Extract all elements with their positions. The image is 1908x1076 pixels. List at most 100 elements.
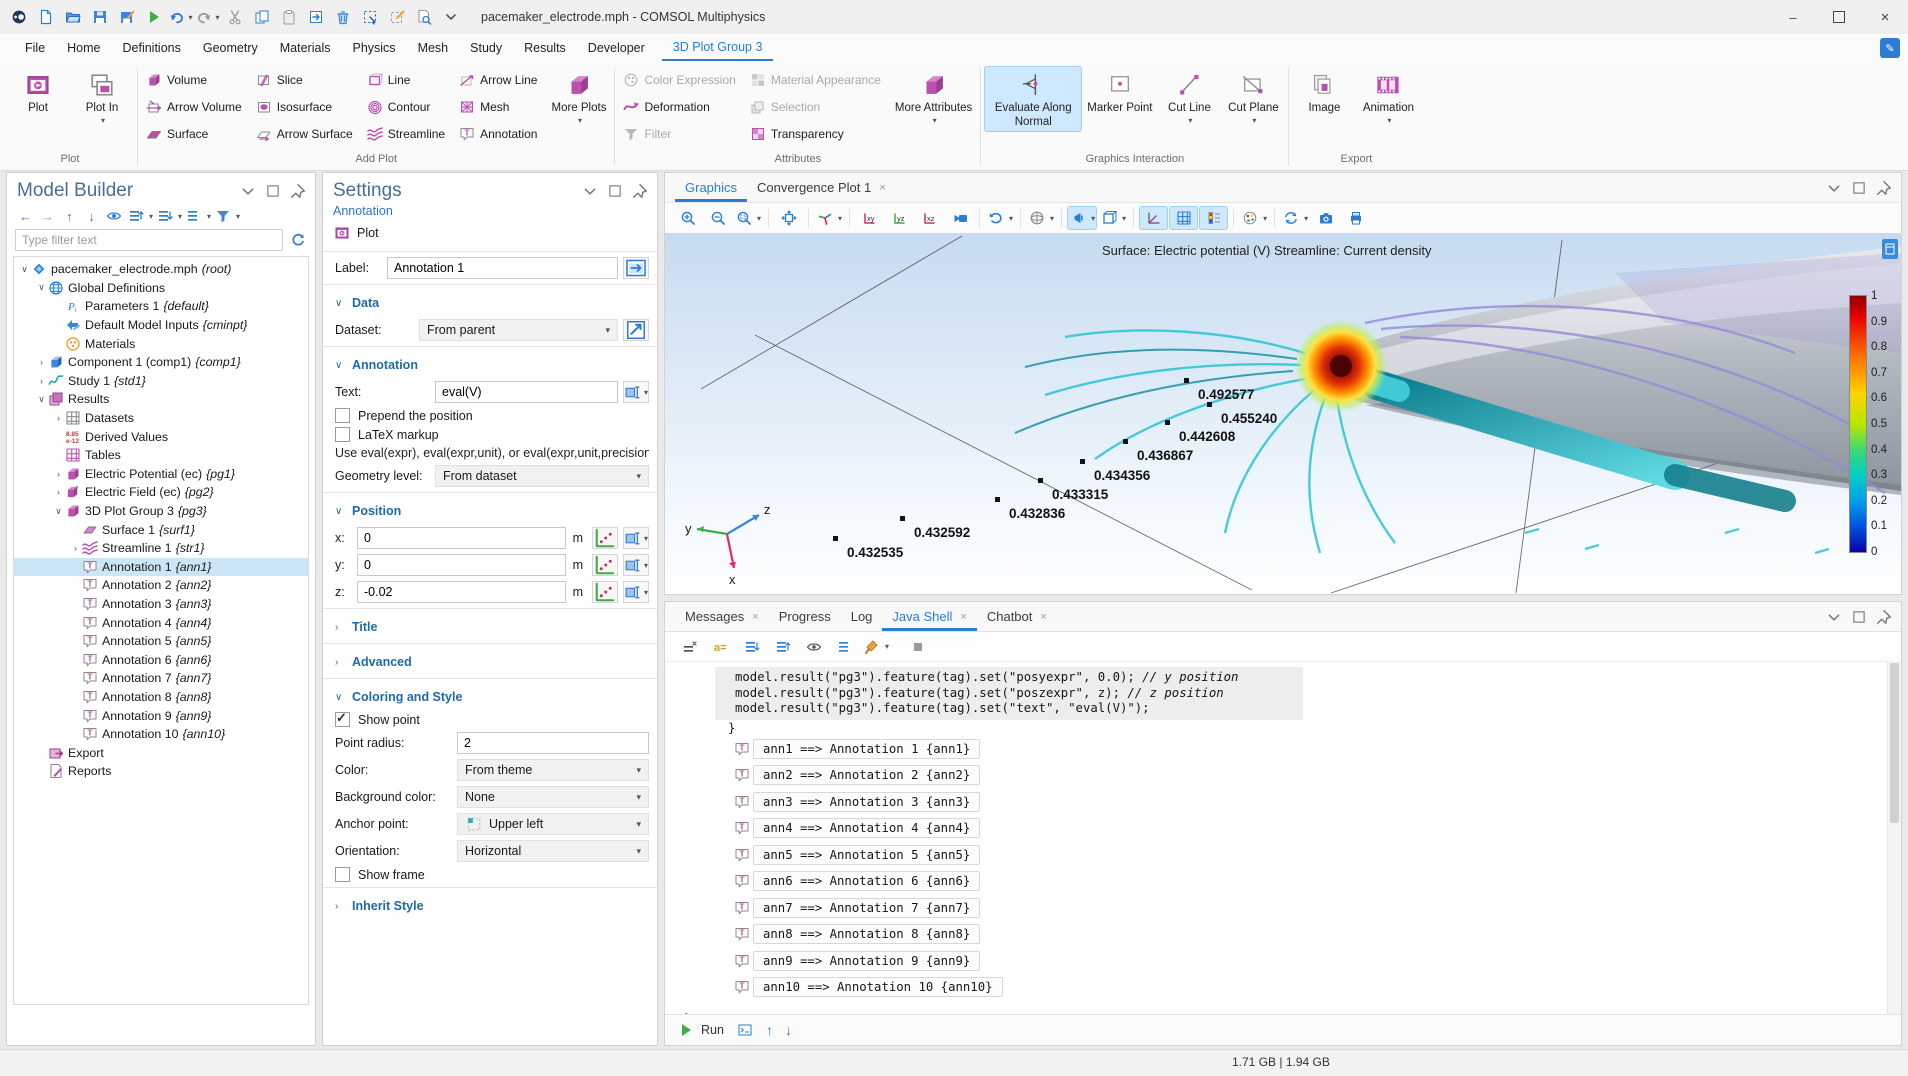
tree-node-annotation-2[interactable]: TAnnotation 2{ann2} <box>14 576 308 595</box>
transparency-button[interactable]: Transparency <box>745 120 886 147</box>
float-panel-icon[interactable] <box>1850 608 1868 626</box>
slice-button[interactable]: Slice <box>251 66 358 93</box>
section-title[interactable]: ›Title <box>335 614 649 638</box>
marker-point-button[interactable]: Marker Point <box>1082 66 1157 118</box>
float-panel-icon[interactable] <box>606 182 624 200</box>
tree-node-annotation-9[interactable]: TAnnotation 9{ann9} <box>14 706 308 725</box>
zoom-in-button[interactable] <box>673 206 702 230</box>
annotation-text-input[interactable] <box>435 381 618 403</box>
cut-button[interactable] <box>222 5 247 30</box>
delete-button[interactable] <box>330 5 355 30</box>
close-tab-icon[interactable]: × <box>879 182 885 194</box>
float-panel-icon[interactable] <box>264 182 282 200</box>
more-plots-button[interactable]: More Plots▾ <box>546 66 611 127</box>
tab-java-shell[interactable]: Java Shell× <box>882 602 976 631</box>
update-plot-button[interactable] <box>623 257 649 279</box>
menu-results[interactable]: Results <box>513 35 577 61</box>
wrap-lines-button[interactable] <box>830 635 859 659</box>
menu-geometry[interactable]: Geometry <box>192 35 269 61</box>
menu-contextual-tab[interactable]: 3D Plot Group 3 <box>662 35 774 61</box>
floating-panel-icon[interactable] <box>1882 239 1898 259</box>
show-changes-icon[interactable] <box>103 207 124 225</box>
console-icon[interactable] <box>736 1021 754 1039</box>
menu-developer[interactable]: Developer <box>577 35 656 61</box>
surface-button[interactable]: Surface <box>141 120 247 147</box>
menu-materials[interactable]: Materials <box>269 35 342 61</box>
tab-progress[interactable]: Progress <box>769 602 841 631</box>
tab-graphics[interactable]: Graphics <box>675 173 747 202</box>
show-legend-button[interactable] <box>1199 206 1228 230</box>
preview-eye-button[interactable] <box>799 635 828 659</box>
cut-plane-button[interactable]: Cut Plane▾ <box>1221 66 1285 127</box>
autocomplete-button[interactable]: a= <box>706 635 735 659</box>
tree-node-annotation-8[interactable]: TAnnotation 8{ann8} <box>14 688 308 707</box>
print-button[interactable] <box>1341 206 1370 230</box>
range-button[interactable] <box>592 527 618 549</box>
tab-messages[interactable]: Messages× <box>675 602 769 631</box>
rotate-button[interactable]: ▾ <box>985 206 1015 230</box>
triad-button[interactable]: ▾ <box>814 206 844 230</box>
plot-button[interactable]: Plot <box>6 66 70 118</box>
redo-button[interactable]: ▾ <box>195 5 220 30</box>
tree-node-annotation-10[interactable]: TAnnotation 10{ann10} <box>14 725 308 744</box>
open-file-button[interactable] <box>60 5 85 30</box>
tree-node-annotation-6[interactable]: TAnnotation 6{ann6} <box>14 650 308 669</box>
prepend-position-checkbox[interactable]: Prepend the position <box>335 408 649 423</box>
tab-log[interactable]: Log <box>841 602 883 631</box>
color-theme-button[interactable]: ▾ <box>1239 206 1269 230</box>
pin-icon[interactable] <box>1875 608 1893 626</box>
tree-node-study-1[interactable]: ›Study 1{std1} <box>14 372 308 391</box>
history-up-button[interactable]: ↑ <box>766 1022 773 1038</box>
tree-node-reports[interactable]: Reports <box>14 762 308 781</box>
point-radius-input[interactable] <box>457 732 649 754</box>
isosurface-button[interactable]: Isosurface <box>251 93 358 120</box>
java-shell-content[interactable]: model.result("pg3").feature(tag).set("po… <box>665 661 1888 1014</box>
pin-icon[interactable] <box>289 182 307 200</box>
filter-icon[interactable] <box>212 207 233 225</box>
anchor-point-combo[interactable]: Upper left▾ <box>457 813 649 835</box>
show-point-checkbox[interactable]: Show point <box>335 712 649 727</box>
node-text-icon[interactable] <box>183 207 204 225</box>
plot-button[interactable]: Plot <box>323 218 657 246</box>
shell-scrollbar[interactable] <box>1887 661 1901 1014</box>
indent-more-button[interactable] <box>737 635 766 659</box>
undo-button[interactable]: ▾ <box>168 5 193 30</box>
indent-less-button[interactable] <box>768 635 797 659</box>
run-button[interactable] <box>141 5 166 30</box>
tree-node-derived-values[interactable]: 8.85e-12Derived Values <box>14 427 308 446</box>
snapshot-button[interactable] <box>1311 206 1340 230</box>
position-y-input[interactable] <box>357 554 566 576</box>
close-tab-icon[interactable]: × <box>1040 611 1046 623</box>
cut-line-button[interactable]: Cut Line▾ <box>1157 66 1221 127</box>
deformation-button[interactable]: Deformation <box>618 93 740 120</box>
tab-convergence-plot-1[interactable]: Convergence Plot 1× <box>747 173 896 202</box>
tree-node-component-1-comp1-[interactable]: ›Component 1 (comp1){comp1} <box>14 353 308 372</box>
tree-node-annotation-1[interactable]: TAnnotation 1{ann1} <box>14 558 308 577</box>
menu-mesh[interactable]: Mesh <box>407 35 460 61</box>
paste-button[interactable] <box>276 5 301 30</box>
geometry-level-combo[interactable]: From dataset▾ <box>435 465 649 487</box>
tree-filter-input[interactable] <box>15 229 283 251</box>
menu-physics[interactable]: Physics <box>341 35 406 61</box>
copy-button[interactable] <box>249 5 274 30</box>
view-xz-button[interactable]: xz <box>915 206 944 230</box>
assistant-icon[interactable]: ✎ <box>1880 38 1900 58</box>
zoom-box-button[interactable]: ▾ <box>733 206 763 230</box>
close-button[interactable]: × <box>1862 0 1908 34</box>
expression-menu-button[interactable]: ▾ <box>623 527 649 549</box>
select-box-button[interactable] <box>357 5 382 30</box>
tree-node-results[interactable]: ∨Results <box>14 390 308 409</box>
expand-icon[interactable] <box>154 207 175 225</box>
position-x-input[interactable] <box>357 527 566 549</box>
tab-chatbot[interactable]: Chatbot× <box>977 602 1057 631</box>
annotation-button[interactable]: TAnnotation <box>454 120 542 147</box>
move-up-icon[interactable]: ↑ <box>59 207 80 225</box>
zoom-extents-button[interactable] <box>774 206 803 230</box>
section-position[interactable]: ∨Position <box>335 498 649 522</box>
maximize-button[interactable] <box>1816 0 1862 34</box>
tree-node-annotation-7[interactable]: TAnnotation 7{ann7} <box>14 669 308 688</box>
pin-icon[interactable] <box>1875 179 1893 197</box>
tree-node-datasets[interactable]: ›Datasets <box>14 409 308 428</box>
tree-node-annotation-5[interactable]: TAnnotation 5{ann5} <box>14 632 308 651</box>
collapse-icon[interactable] <box>125 207 146 225</box>
